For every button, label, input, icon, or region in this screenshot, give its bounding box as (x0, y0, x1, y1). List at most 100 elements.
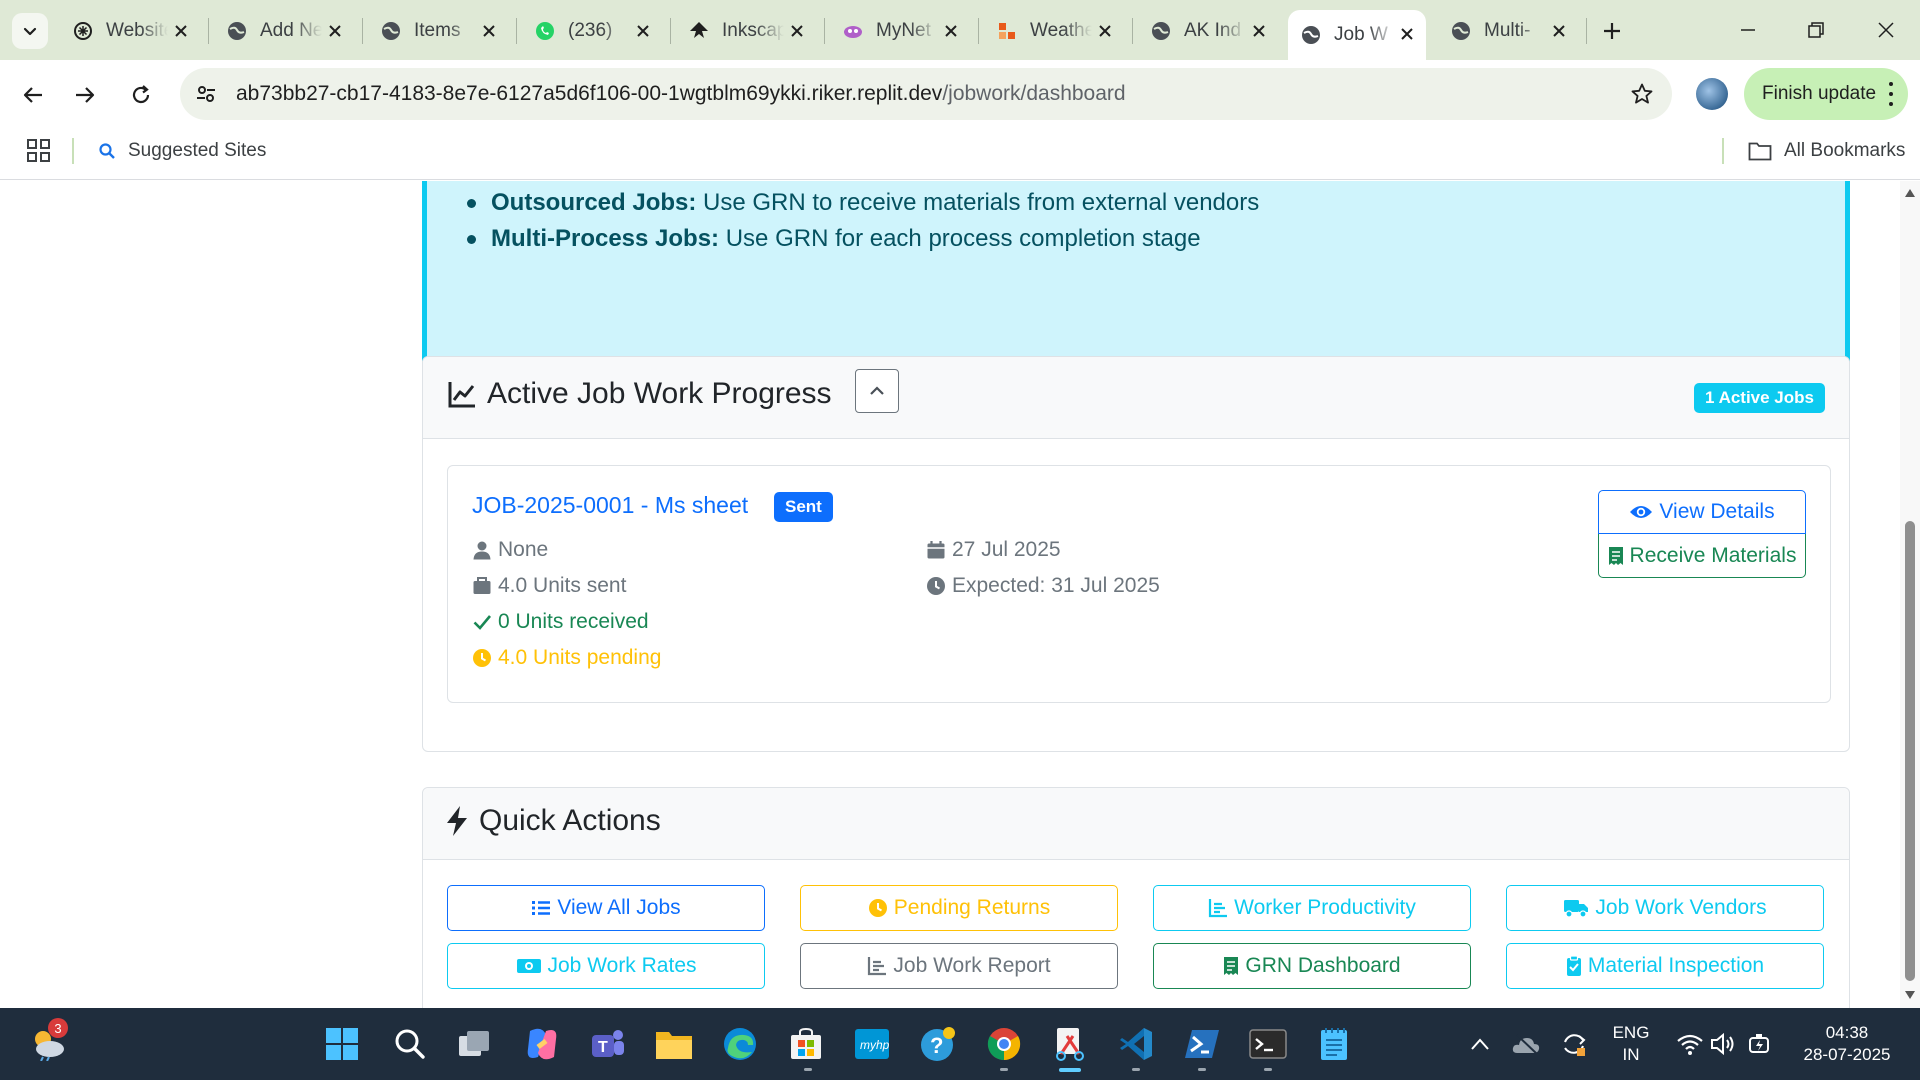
search-icon[interactable] (390, 1024, 430, 1064)
teams-icon[interactable]: T (588, 1024, 628, 1064)
job-work-rates-button[interactable]: Job Work Rates (447, 943, 765, 989)
battery-icon[interactable] (1740, 1024, 1780, 1064)
tab-multi[interactable]: Multi- (1438, 12, 1578, 50)
job-expected-text: Expected: 31 Jul 2025 (952, 574, 1160, 597)
snipping-tool-icon[interactable] (1050, 1024, 1090, 1064)
task-view-icon[interactable] (454, 1024, 494, 1064)
job-date: 27 Jul 2025 (926, 538, 1061, 562)
worker-productivity-button[interactable]: Worker Productivity (1153, 885, 1471, 931)
tab-add-new[interactable]: Add New (214, 12, 354, 50)
close-icon[interactable] (478, 20, 500, 42)
job-actions: View Details Receive Materials (1598, 490, 1806, 578)
chrome-icon[interactable] (984, 1024, 1024, 1064)
close-icon[interactable] (1248, 20, 1270, 42)
windows-start-icon[interactable] (322, 1024, 362, 1064)
notepad-icon[interactable] (1314, 1024, 1354, 1064)
material-inspection-button[interactable]: Material Inspection (1506, 943, 1824, 989)
tab-mynet[interactable]: MyNet (830, 12, 970, 50)
job-sent: 4.0 Units sent (472, 574, 626, 598)
tab-separator (362, 18, 363, 44)
file-explorer-icon[interactable] (654, 1024, 694, 1064)
page-scrollbar[interactable] (1900, 181, 1920, 1008)
active-progress-card: Active Job Work Progress 1 Active Jobs J… (422, 356, 1850, 752)
reload-button[interactable] (122, 76, 160, 114)
clock[interactable]: 04:38 28-07-2025 (1800, 1022, 1894, 1066)
volume-icon[interactable] (1704, 1024, 1744, 1064)
onedrive-icon[interactable] (1506, 1024, 1546, 1064)
info-list: departments Outsourced Jobs: Use GRN to … (465, 181, 1259, 257)
sync-icon[interactable] (1554, 1024, 1594, 1064)
restore-button[interactable] (1786, 12, 1846, 48)
job-work-report-button[interactable]: Job Work Report (800, 943, 1118, 989)
apps-grid-icon[interactable] (26, 138, 52, 164)
address-bar[interactable]: ab73bb27-cb17-4183-8e7e-6127a5d6f106-00-… (180, 68, 1672, 120)
close-icon[interactable] (324, 20, 346, 42)
button-label: Pending Returns (893, 896, 1051, 919)
tab-items[interactable]: Items (368, 12, 508, 50)
button-label: GRN Dashboard (1245, 954, 1401, 977)
tab-search-button[interactable] (12, 13, 48, 49)
receipt-icon (1608, 546, 1623, 565)
powershell-icon[interactable] (1182, 1024, 1222, 1064)
tab-website[interactable]: Website (60, 12, 200, 50)
all-bookmarks-button[interactable]: All Bookmarks (1748, 138, 1905, 164)
job-worker: None (472, 538, 548, 562)
view-details-button[interactable]: View Details (1598, 490, 1806, 534)
truck-icon (1564, 900, 1589, 918)
running-indicator (1264, 1068, 1272, 1071)
myhp-icon[interactable]: myhp (852, 1024, 892, 1064)
close-icon[interactable] (786, 20, 808, 42)
site-info-icon[interactable] (186, 74, 226, 114)
tab-whatsapp[interactable]: (236) (522, 12, 662, 50)
tab-weather[interactable]: Weather (984, 12, 1124, 50)
tab-separator (670, 18, 671, 44)
pending-returns-button[interactable]: Pending Returns (800, 885, 1118, 931)
scroll-down-arrow-icon[interactable] (1904, 989, 1916, 1001)
tab-inkscape[interactable]: Inkscape (676, 12, 816, 50)
close-icon[interactable] (1548, 20, 1570, 42)
collapse-button[interactable] (855, 369, 899, 413)
minimize-button[interactable] (1718, 12, 1778, 48)
job-link[interactable]: JOB-2025-0001 - Ms sheet (472, 492, 748, 519)
tab-separator (824, 18, 825, 44)
finish-update-button[interactable]: Finish update (1744, 68, 1908, 120)
folder-icon (1748, 142, 1772, 161)
close-icon[interactable] (632, 20, 654, 42)
tab-ak-ind[interactable]: AK Ind (1138, 12, 1278, 50)
grn-dashboard-button[interactable]: GRN Dashboard (1153, 943, 1471, 989)
job-received: 0 Units received (472, 610, 649, 634)
money-icon (516, 959, 541, 973)
close-icon[interactable] (1396, 23, 1418, 45)
scroll-up-arrow-icon[interactable] (1904, 187, 1916, 199)
chevron-up-icon[interactable] (1460, 1024, 1500, 1064)
card-header: Active Job Work Progress 1 Active Jobs (423, 357, 1849, 439)
close-window-button[interactable] (1856, 12, 1916, 48)
close-icon[interactable] (940, 20, 962, 42)
status-badge: Sent (774, 492, 833, 522)
close-icon[interactable] (170, 20, 192, 42)
vscode-icon[interactable] (1116, 1024, 1156, 1064)
button-label: Job Work Report (893, 954, 1051, 977)
copilot-icon[interactable] (522, 1024, 562, 1064)
receive-materials-button[interactable]: Receive Materials (1598, 534, 1806, 578)
bolt-icon (447, 806, 467, 836)
edge-icon[interactable] (720, 1024, 760, 1064)
bookmark-suggested-sites[interactable]: Suggested Sites (98, 138, 266, 164)
help-icon[interactable]: ? (918, 1024, 958, 1064)
clock-date: 28-07-2025 (1803, 1045, 1891, 1064)
close-icon[interactable] (1094, 20, 1116, 42)
new-tab-button[interactable] (1596, 17, 1628, 45)
tab-job-work[interactable]: Job W (1288, 10, 1426, 60)
view-all-jobs-button[interactable]: View All Jobs (447, 885, 765, 931)
terminal-icon[interactable] (1248, 1024, 1288, 1064)
button-label: Job Work Vendors (1595, 896, 1767, 919)
tab-title: Add New (260, 20, 322, 41)
input-language[interactable]: ENG IN (1606, 1022, 1656, 1066)
job-work-vendors-button[interactable]: Job Work Vendors (1506, 885, 1824, 931)
back-button[interactable] (14, 76, 52, 114)
forward-button[interactable] (66, 76, 104, 114)
bookmark-star-icon[interactable] (1626, 78, 1658, 110)
profile-avatar[interactable] (1696, 78, 1728, 110)
scroll-thumb[interactable] (1905, 521, 1915, 981)
microsoft-store-icon[interactable] (786, 1024, 826, 1064)
